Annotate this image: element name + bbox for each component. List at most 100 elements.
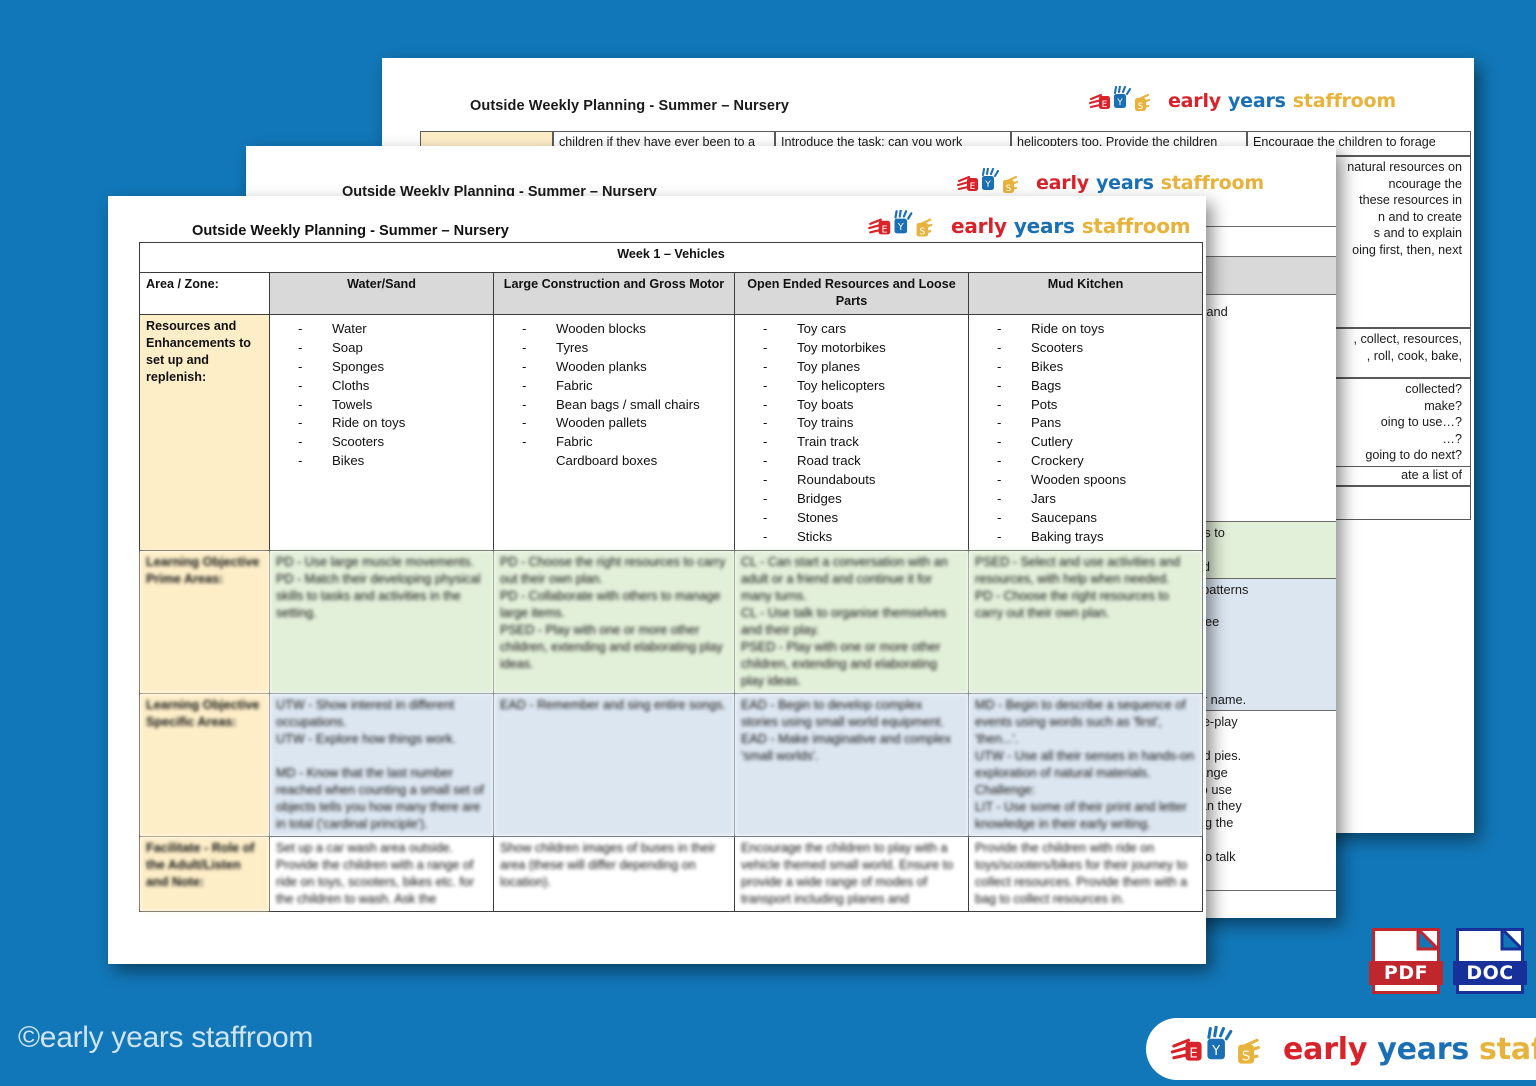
cell-lo-specific-open-ended: EAD - Begin to develop complex stories u… [734, 692, 969, 837]
list-item: Crockery [997, 452, 1196, 471]
list-item: Water [298, 320, 487, 339]
cell-lo-prime-large-construction: PD - Choose the right resources to carry… [493, 549, 735, 694]
three-hands-icon: E Y S [1088, 86, 1151, 112]
cell-lo-prime-mud-kitchen: PSED - Select and use activities and res… [967, 549, 1204, 694]
logo-word-early: early [951, 214, 1007, 238]
list-item: Sticks [763, 528, 962, 547]
cell-facilitate-water-sand: Set up a car wash area outside. Provide … [269, 835, 494, 912]
table-row-lo-specific: Learning Objective Specific Areas: UTW -… [139, 692, 1204, 837]
doc-file-icon[interactable]: DOC [1453, 928, 1527, 994]
back-logo: E Y S early years staffroom [1087, 86, 1396, 116]
resource-list-open-ended: Toy cars Toy motorbikes Toy planes Toy h… [763, 320, 962, 547]
list-item: Bikes [997, 358, 1196, 377]
cell-facilitate-mud-kitchen: Provide the children with ride on toys/s… [967, 835, 1204, 912]
cell-lo-prime-open-ended: CL - Can start a conversation with an ad… [734, 549, 969, 694]
list-item: Wooden spoons [997, 471, 1196, 490]
list-item: Pots [997, 396, 1196, 415]
col-header-water-sand: Water/Sand [269, 272, 494, 315]
list-item: Cutlery [997, 433, 1196, 452]
back-doc-title: Outside Weekly Planning - Summer – Nurse… [470, 98, 790, 114]
svg-text:S: S [1006, 184, 1012, 194]
svg-text:Y: Y [1211, 1044, 1221, 1059]
list-item: Wooden planks [522, 358, 728, 377]
svg-text:Y: Y [897, 222, 904, 233]
list-item: Cardboard boxes [556, 453, 658, 469]
list-item: Bikes [298, 452, 487, 471]
col-header-mud-kitchen: Mud Kitchen [967, 272, 1204, 315]
copyright-watermark: ©early years staffroom [18, 1021, 314, 1054]
weekly-planning-table: Week 1 – Vehicles Area / Zone: Water/San… [138, 242, 1204, 912]
list-item: Bean bags / small chairs [522, 396, 728, 415]
hands-icon: E Y S [866, 210, 944, 242]
svg-text:E: E [881, 224, 887, 235]
svg-text:S: S [1242, 1050, 1250, 1065]
hands-icon: E Y S [955, 168, 1029, 198]
cell-lo-specific-mud-kitchen: MD - Begin to describe a sequence of eve… [967, 692, 1204, 837]
resource-list-large-construction: Wooden blocks Tyres Wooden planks Fabric… [522, 320, 728, 471]
cell-resources-open-ended: Toy cars Toy motorbikes Toy planes Toy h… [734, 314, 969, 551]
cell-lo-specific-water-sand: UTW - Show interest in different occupat… [269, 692, 494, 837]
front-logo: E Y S early years staffroom [866, 210, 1191, 242]
logo-word-staffroom: staffroom [1292, 90, 1396, 112]
logo-word-early: early [1036, 172, 1089, 194]
list-item: Road track [763, 452, 962, 471]
cell-facilitate-large-construction: Show children images of buses in their a… [493, 835, 735, 912]
cell-lo-prime-water-sand: PD - Use large muscle movements. PD - Ma… [269, 549, 494, 694]
list-item: Bags [997, 377, 1196, 396]
row-label-facilitate: Facilitate - Role of the Adult/Listen an… [139, 835, 270, 912]
week-title: Week 1 – Vehicles [138, 242, 1204, 273]
three-hands-icon: E Y S [1170, 1026, 1261, 1065]
resource-list-water-sand: Water Soap Sponges Cloths Towels Ride on… [298, 320, 487, 471]
row-label-resources: Resources and Enhancements to set up and… [139, 314, 270, 551]
logo-word-years: years [1227, 90, 1286, 112]
col-header-large-construction: Large Construction and Gross Motor [493, 272, 735, 315]
logo-word-years: years [1095, 172, 1154, 194]
list-item: Tyres [522, 339, 728, 358]
logo-word-staffroom: staffroom [1479, 1031, 1536, 1067]
cell-lo-specific-large-construction: EAD - Remember and sing entire songs. [493, 692, 735, 837]
file-format-icons: PDF DOC [1369, 928, 1527, 994]
table-row-resources: Resources and Enhancements to set up and… [139, 314, 1204, 551]
list-item: Saucepans [997, 509, 1196, 528]
list-item: Roundabouts [763, 471, 962, 490]
cell-resources-mud-kitchen: Ride on toys Scooters Bikes Bags Pots Pa… [967, 314, 1204, 551]
logo-word-staffroom: staffroom [1160, 172, 1264, 194]
list-item: Scooters [298, 433, 487, 452]
pdf-label: PDF [1369, 961, 1443, 985]
list-item: Towels [298, 396, 487, 415]
svg-text:E: E [1102, 100, 1108, 110]
cell-facilitate-open-ended: Encourage the children to play with a ve… [734, 835, 969, 912]
logo-word-early: early [1168, 90, 1221, 112]
logo-word-early: early [1283, 1031, 1368, 1067]
list-item: Bridges [763, 490, 962, 509]
list-item: Jars [997, 490, 1196, 509]
list-item: Fabric [522, 377, 728, 396]
list-item: Sponges [298, 358, 487, 377]
list-item: Train track [763, 433, 962, 452]
list-item: Baking trays [997, 528, 1196, 547]
row-label-lo-prime: Learning Objective Prime Areas: [139, 549, 270, 694]
three-hands-icon: E Y S [956, 168, 1019, 194]
list-item: Wooden blocks [522, 320, 728, 339]
table-row-facilitate: Facilitate - Role of the Adult/Listen an… [139, 835, 1204, 912]
svg-text:Y: Y [1116, 98, 1123, 108]
table-row-week-title: Week 1 – Vehicles [138, 242, 1204, 273]
list-item: Toy cars [763, 320, 962, 339]
list-item: Toy helicopters [763, 377, 962, 396]
pdf-file-icon[interactable]: PDF [1369, 928, 1443, 994]
footer-logo-pill: E Y S early years staffroom [1146, 1018, 1536, 1080]
document-sheet-front[interactable]: Outside Weekly Planning - Summer – Nurse… [108, 196, 1206, 964]
list-item: Toy boats [763, 396, 962, 415]
list-item: Cloths [298, 377, 487, 396]
col-header-open-ended: Open Ended Resources and Loose Parts [734, 272, 969, 315]
hands-icon: E Y S [1087, 86, 1161, 116]
list-item: Wooden pallets [522, 414, 728, 433]
svg-text:E: E [1189, 1047, 1197, 1062]
logo-word-years: years [1377, 1031, 1470, 1067]
list-item: Toy planes [763, 358, 962, 377]
list-item: Fabric [522, 433, 728, 452]
front-doc-title: Outside Weekly Planning - Summer – Nurse… [192, 223, 509, 239]
cell-resources-water-sand: Water Soap Sponges Cloths Towels Ride on… [269, 314, 494, 551]
table-row-headers: Area / Zone: Water/Sand Large Constructi… [139, 272, 1204, 315]
list-item: Soap [298, 339, 487, 358]
